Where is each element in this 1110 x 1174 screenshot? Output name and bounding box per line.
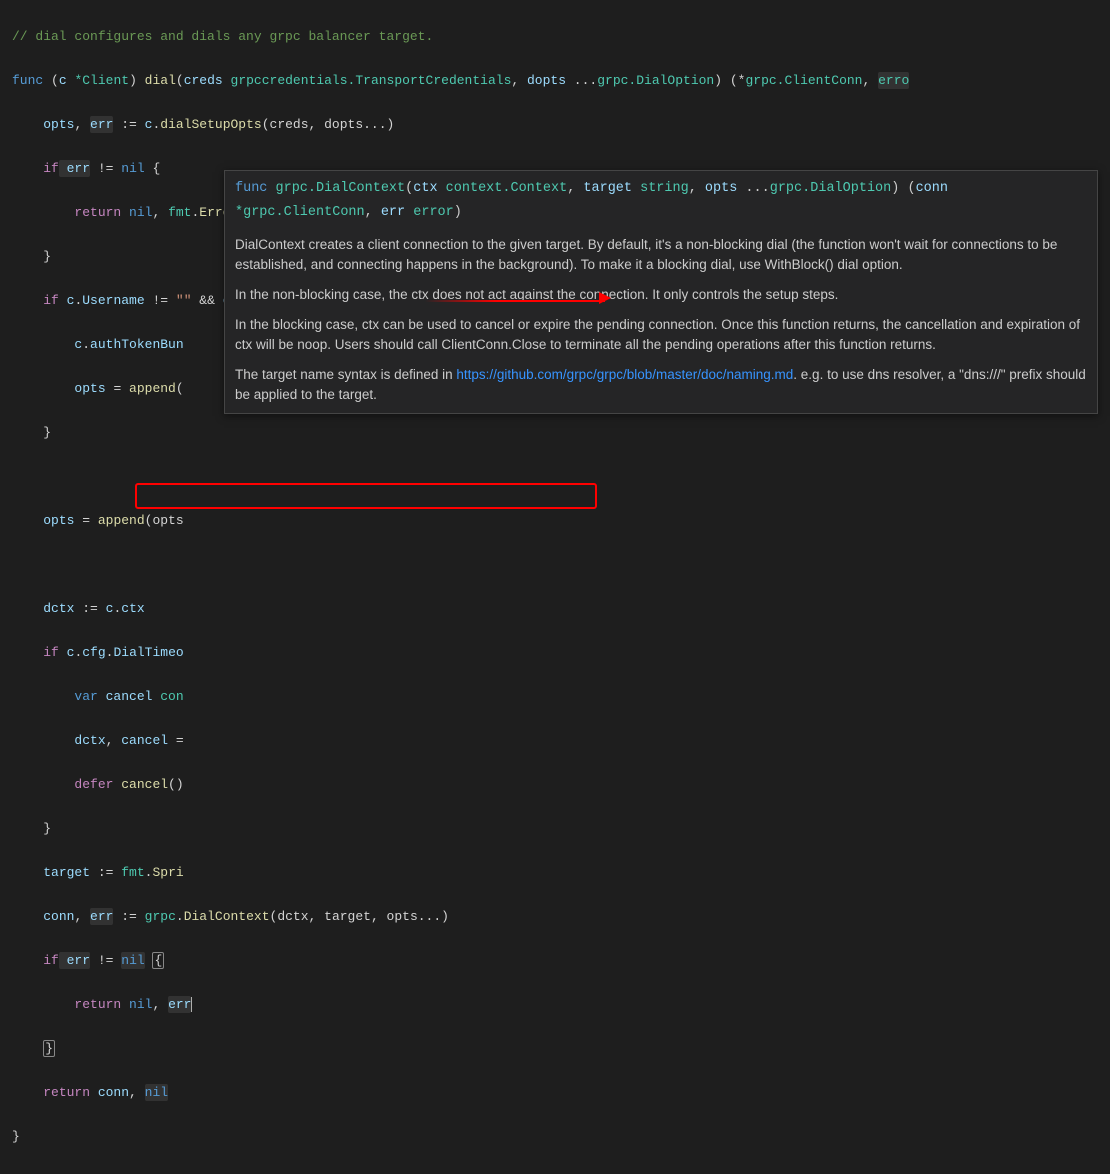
code-line[interactable]: defer cancel() [12,774,1098,796]
code-line[interactable] [12,466,1098,488]
code-line[interactable]: } [12,1038,1098,1060]
code-line[interactable]: // dial configures and dials any grpc ba… [12,26,1098,48]
code-line[interactable]: } [12,422,1098,444]
code-line[interactable]: if c.cfg.DialTimeo [12,642,1098,664]
code-line[interactable]: return conn, nil [12,1082,1098,1104]
tooltip-paragraph: In the blocking case, ctx can be used to… [235,315,1087,355]
tooltip-paragraph: DialContext creates a client connection … [235,235,1087,275]
code-line[interactable]: } [12,1126,1098,1148]
code-line[interactable]: conn, err := grpc.DialContext(dctx, targ… [12,906,1098,928]
code-line[interactable]: if err != nil { [12,950,1098,972]
code-line[interactable]: target := fmt.Spri [12,862,1098,884]
comment: // dial configures and dials any grpc ba… [12,29,433,44]
tooltip-paragraph: In the non-blocking case, the ctx does n… [235,285,1087,305]
keyword-func: func [12,73,43,88]
selection: erro [878,72,909,89]
code-line[interactable]: dctx := c.ctx [12,598,1098,620]
code-line[interactable]: opts, err := c.dialSetupOpts(creds, dopt… [12,114,1098,136]
code-line[interactable]: } [12,818,1098,840]
code-line[interactable]: var cancel con [12,686,1098,708]
func-name-dial: dial [145,73,176,88]
hover-tooltip[interactable]: func grpc.DialContext(ctx context.Contex… [224,170,1098,414]
tooltip-signature: func grpc.DialContext(ctx context.Contex… [235,177,1087,225]
code-line[interactable]: func (c *Client) dial(creds grpccredenti… [12,70,1098,92]
code-line[interactable]: opts = append(opts [12,510,1098,532]
code-line[interactable]: return nil, err [12,994,1098,1016]
text-cursor [191,997,192,1012]
code-line[interactable]: dctx, cancel = [12,730,1098,752]
doc-link[interactable]: https://github.com/grpc/grpc/blob/master… [456,367,793,382]
tooltip-paragraph: The target name syntax is defined in htt… [235,365,1087,405]
code-line[interactable] [12,554,1098,576]
